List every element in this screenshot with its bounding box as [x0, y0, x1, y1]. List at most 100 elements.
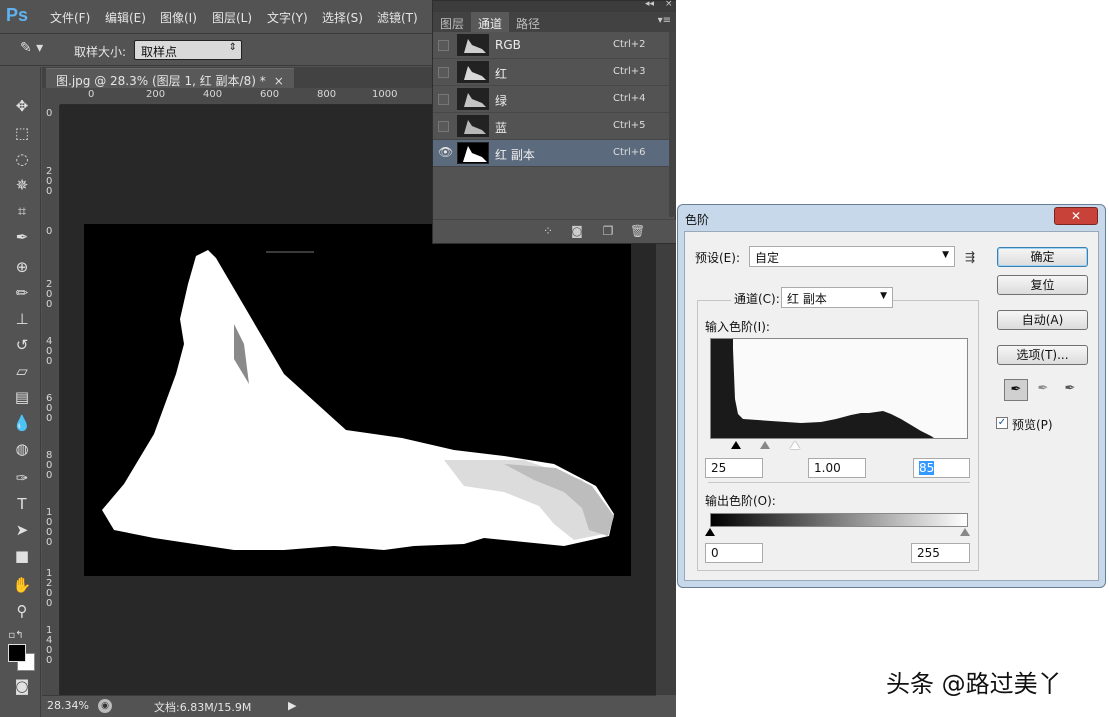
gray-point-eyedropper-icon[interactable]: ✒ — [1031, 379, 1055, 401]
channel-row-red-copy[interactable]: 👁 红 副本 Ctrl+6 — [433, 140, 669, 167]
tab-channels[interactable]: 通道 — [471, 12, 510, 32]
input-black-point-handle[interactable] — [731, 441, 741, 449]
marquee-tool-icon[interactable]: ⬚ — [10, 122, 34, 144]
input-levels-slider[interactable] — [710, 439, 968, 451]
channel-thumbnail — [457, 34, 489, 56]
menu-layer[interactable]: 图层(L) — [212, 9, 252, 26]
output-white-handle[interactable] — [960, 528, 970, 536]
healing-brush-tool-icon[interactable]: ⊕ — [10, 256, 34, 278]
quick-mask-icon[interactable]: ◙ — [10, 675, 34, 697]
levels-dialog: 色阶 ✕ 预设(E): 自定 ▼ ⇶ 通道(C): 红 副本 ▼ 输入色阶(I)… — [677, 204, 1106, 588]
document-image-mask[interactable] — [84, 224, 631, 576]
eye-icon[interactable]: 👁 — [438, 146, 453, 159]
preset-value: 自定 — [755, 251, 780, 265]
ok-button[interactable]: 确定 — [997, 247, 1088, 267]
type-tool-icon[interactable]: T — [10, 493, 34, 515]
panel-collapse-bar[interactable]: ◂◂ × — [433, 0, 676, 12]
save-selection-icon[interactable]: ◙ — [570, 224, 584, 238]
output-levels-slider[interactable] — [705, 526, 970, 538]
sponge-tool-icon[interactable]: ◍ — [10, 438, 34, 460]
menu-select[interactable]: 选择(S) — [322, 9, 363, 26]
gradient-tool-icon[interactable]: ▤ — [10, 386, 34, 408]
foreground-color-swatch[interactable] — [8, 644, 26, 662]
crop-tool-icon[interactable]: ⌗ — [10, 200, 34, 222]
options-button[interactable]: 选项(T)... — [997, 345, 1088, 365]
document-tab[interactable]: 图.jpg @ 28.3% (图层 1, 红 副本/8) * × — [46, 68, 294, 88]
rectangle-tool-icon[interactable]: ■ — [10, 545, 34, 567]
panel-scrollbar[interactable] — [669, 32, 676, 217]
input-gamma-field[interactable]: 1.00 — [808, 458, 866, 478]
preset-label: 预设(E): — [695, 251, 740, 265]
preset-options-icon[interactable]: ⇶ — [965, 250, 975, 264]
zoom-tool-icon[interactable]: ⚲ — [10, 600, 34, 622]
brush-tool-icon[interactable]: ✏ — [10, 282, 34, 304]
white-point-eyedropper-icon[interactable]: ✒ — [1058, 379, 1082, 401]
menu-image[interactable]: 图像(I) — [160, 9, 197, 26]
load-selection-icon[interactable]: ⁘ — [541, 224, 555, 238]
input-black-field[interactable]: 25 — [705, 458, 763, 478]
channels-panel: ◂◂ × 图层 通道 路径 ▾≡ RGB Ctrl+2 红 Ctrl+3 绿 C… — [432, 0, 676, 244]
status-info-icon[interactable]: ◉ — [98, 699, 112, 713]
channel-row-blue[interactable]: 蓝 Ctrl+5 — [433, 113, 669, 140]
history-brush-tool-icon[interactable]: ↺ — [10, 334, 34, 356]
channel-list: RGB Ctrl+2 红 Ctrl+3 绿 Ctrl+4 蓝 Ctrl+5 👁 … — [433, 32, 669, 167]
hand-tool-icon[interactable]: ✋ — [10, 574, 34, 596]
close-document-icon[interactable]: × — [274, 74, 284, 88]
move-tool-icon[interactable]: ✥ — [10, 95, 34, 117]
path-selection-tool-icon[interactable]: ➤ — [10, 519, 34, 541]
status-menu-arrow-icon[interactable]: ▶ — [288, 699, 296, 712]
channel-row-green[interactable]: 绿 Ctrl+4 — [433, 86, 669, 113]
ruler-h-label: 0 — [88, 89, 95, 100]
zoom-level[interactable]: 28.34% — [47, 699, 89, 712]
output-white-field[interactable]: 255 — [911, 543, 970, 563]
input-white-point-handle[interactable] — [790, 441, 800, 449]
thumbnail-image — [458, 143, 488, 163]
panel-footer: ⁘ ◙ ❐ 🗑 — [433, 219, 676, 243]
channel-shortcut: Ctrl+4 — [613, 93, 646, 104]
tab-layers[interactable]: 图层 — [433, 12, 471, 32]
channel-visibility-toggle[interactable] — [438, 40, 449, 51]
pen-tool-icon[interactable]: ✑ — [10, 467, 34, 489]
menu-filter[interactable]: 滤镜(T) — [377, 9, 418, 26]
channel-visibility-toggle[interactable] — [438, 94, 449, 105]
output-black-field[interactable]: 0 — [705, 543, 763, 563]
channel-visibility-toggle[interactable] — [438, 121, 449, 132]
ruler-h-label: 800 — [317, 89, 337, 100]
eyedropper-tool-icon[interactable]: ✒ — [10, 226, 34, 248]
watermark-text: 头条 @路过美丫 — [886, 670, 1062, 698]
menu-file[interactable]: 文件(F) — [50, 9, 90, 26]
auto-button[interactable]: 自动(A) — [997, 310, 1088, 330]
output-black-handle[interactable] — [705, 528, 715, 536]
channel-visibility-toggle[interactable] — [438, 67, 449, 78]
close-panel-icon[interactable]: × — [665, 0, 673, 9]
channel-thumbnail — [457, 115, 489, 137]
reset-button[interactable]: 复位 — [997, 275, 1088, 295]
delete-channel-icon[interactable]: 🗑 — [630, 224, 645, 238]
channel-name: 绿 — [495, 94, 508, 108]
sample-size-select[interactable]: 取样点 ⇕ — [134, 40, 242, 60]
menu-type[interactable]: 文字(Y) — [267, 9, 308, 26]
collapse-panel-icon[interactable]: ◂◂ — [645, 0, 654, 9]
magic-wand-tool-icon[interactable]: ✵ — [10, 174, 34, 196]
menu-edit[interactable]: 编辑(E) — [105, 9, 146, 26]
eyedropper-tool-preset-icon[interactable]: ✎ ▾ — [20, 40, 60, 60]
input-gamma-value: 1.00 — [814, 461, 841, 475]
stamp-tool-icon[interactable]: ⊥ — [10, 308, 34, 330]
lasso-tool-icon[interactable]: ◌ — [10, 148, 34, 170]
black-point-eyedropper-icon[interactable]: ✒ — [1004, 379, 1028, 401]
channel-row-red[interactable]: 红 Ctrl+3 — [433, 59, 669, 86]
eraser-tool-icon[interactable]: ▱ — [10, 360, 34, 382]
panel-menu-icon[interactable]: ▾≡ — [658, 15, 671, 26]
preset-select[interactable]: 自定 ▼ — [749, 246, 955, 267]
document-tab-bar: 图.jpg @ 28.3% (图层 1, 红 副本/8) * × — [42, 67, 432, 88]
input-white-field[interactable]: 85 — [913, 458, 970, 478]
tab-paths[interactable]: 路径 — [509, 12, 547, 32]
close-dialog-button[interactable]: ✕ — [1054, 207, 1098, 225]
channel-row-rgb[interactable]: RGB Ctrl+2 — [433, 32, 669, 59]
preview-checkbox[interactable]: ✓ — [996, 417, 1008, 429]
blur-tool-icon[interactable]: 💧 — [10, 412, 34, 434]
channel-select[interactable]: 红 副本 ▼ — [781, 287, 893, 308]
input-gamma-handle[interactable] — [760, 441, 770, 449]
new-channel-icon[interactable]: ❐ — [601, 224, 615, 238]
thumbnail-image — [458, 89, 488, 109]
